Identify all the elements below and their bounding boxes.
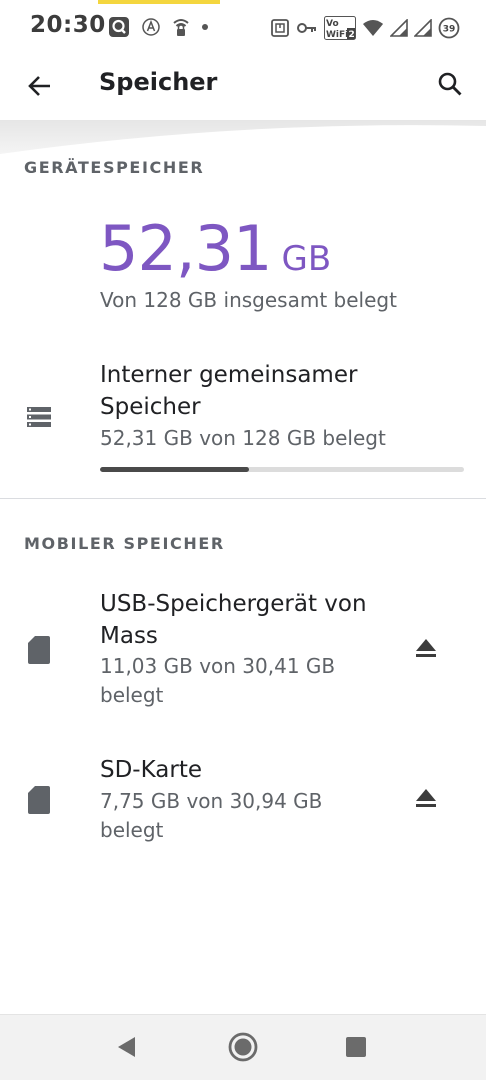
internal-storage-title: Interner gemeinsamer Speicher [100,362,358,420]
status-accent-bar [98,0,220,4]
cell-signal-icon [414,19,432,37]
status-time: 20:30 [30,12,106,38]
navigation-bar [0,1014,486,1080]
sd-card-storage-item[interactable]: SD-Karte 7,75 GB von 30,94 GB belegt [0,754,486,850]
arrow-back-icon [27,73,53,103]
nav-recents-button[interactable] [336,1029,376,1069]
sd-card-icon [24,634,54,666]
status-left-icons [108,16,209,38]
internal-storage-subtitle: 52,31 GB von 128 GB belegt [100,426,386,450]
wifi-signal-icon [362,19,384,37]
eject-icon [414,637,438,663]
recents-square-icon [345,1036,367,1062]
nav-home-button[interactable] [223,1029,263,1069]
page-title: Speicher [99,68,218,96]
section-divider [0,498,486,499]
search-button[interactable] [428,64,472,108]
total-used-display: 52,31 GB [99,212,331,285]
eject-icon [414,787,438,813]
section-header-portable-storage: MOBILER SPEICHER [24,534,225,553]
svg-text:Vo: Vo [326,19,339,29]
usb-storage-title: USB-Speichergerät von Mass [100,591,367,649]
key-icon [296,21,318,35]
usb-storage-item[interactable]: USB-Speichergerät von Mass 11,03 GB von … [0,586,486,716]
cell-signal-icon [390,19,408,37]
app-bar-shadow [0,120,486,156]
svg-text:2: 2 [349,30,355,40]
storage-list-icon [24,402,54,432]
dot-icon [201,23,209,31]
usb-storage-subtitle: 11,03 GB von 30,41 GB belegt [100,654,336,707]
vowifi-icon: Vo WiFi 2 [324,16,356,40]
sd-card-storage-subtitle: 7,75 GB von 30,94 GB belegt [100,789,323,842]
back-button[interactable] [20,68,60,108]
eject-usb-button[interactable] [404,628,448,672]
svg-text:WiFi: WiFi [326,30,348,40]
wifi-lock-icon [172,17,190,37]
location-a-icon [141,17,161,37]
total-summary: Von 128 GB insgesamt belegt [100,288,397,312]
nfc-icon [270,18,290,38]
status-bar: 20:30 Vo WiFi 2 39 [0,0,486,56]
sd-card-storage-title: SD-Karte [100,757,203,783]
back-triangle-icon [115,1035,137,1063]
home-circle-icon [227,1031,259,1067]
internal-storage-progress [100,467,464,472]
search-icon [437,71,463,101]
eject-sd-card-button[interactable] [404,778,448,822]
status-right-icons: Vo WiFi 2 39 [270,16,460,40]
svg-text:39: 39 [443,25,456,35]
sd-card-icon [24,784,54,816]
section-header-device-storage: GERÄTESPEICHER [24,158,205,177]
battery-icon: 39 [438,17,460,39]
app-bar: Speicher [0,56,486,120]
total-used-unit: GB [281,239,332,279]
internal-storage-progress-fill [100,467,249,472]
nav-back-button[interactable] [106,1029,146,1069]
q-app-icon [108,16,130,38]
total-used-value: 52,31 [99,212,272,285]
